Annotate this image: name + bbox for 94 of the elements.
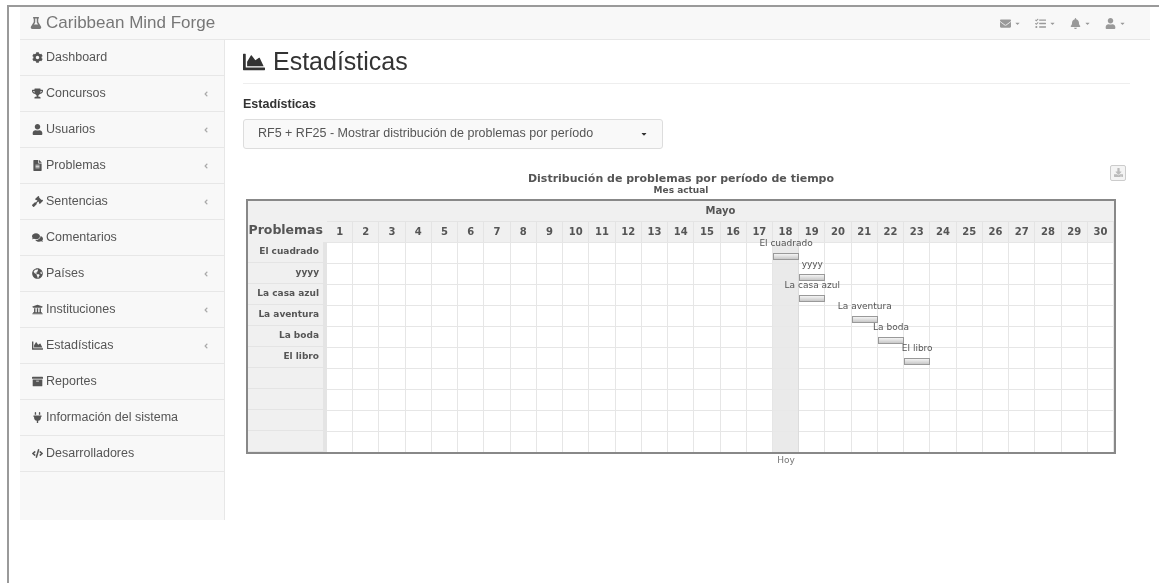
sidebar-label: Estadísticas (46, 337, 114, 355)
sidebar-label: Dashboard (46, 49, 108, 67)
app-title[interactable]: Caribbean Mind Forge (46, 10, 216, 36)
page-title: Estadísticas (273, 45, 408, 77)
sidebar-item[interactable]: Reportes (20, 364, 224, 400)
select-label: Estadísticas (243, 96, 317, 113)
day-header: 23 (904, 221, 931, 242)
day-header: 27 (1009, 221, 1036, 242)
statistics-select[interactable]: RF5 + RF25 - Mostrar distribución de problemas por período (243, 118, 663, 149)
bar-label: La aventura (837, 300, 892, 311)
sidebar-item[interactable]: Instituciones (20, 292, 224, 328)
row-label: El libro (248, 346, 327, 368)
task-bar (799, 273, 826, 281)
user-icon (1105, 17, 1116, 29)
sidebar-label: Concursos (46, 85, 106, 103)
day-header: 1 (327, 221, 354, 242)
sidebar-item[interactable]: Usuarios (20, 112, 224, 148)
tasks-icon (1035, 17, 1046, 29)
gear-icon (32, 52, 43, 63)
day-header: 3 (379, 221, 406, 242)
task-bar (799, 294, 826, 302)
code-icon (32, 448, 43, 459)
sidebar-label: Usuarios (46, 121, 96, 139)
chart-title: Distribución de problemas por período de tiempo (527, 172, 835, 185)
chevron-icon (202, 89, 210, 98)
bar-label: La boda (873, 321, 909, 332)
row-label: La casa azul (248, 283, 327, 305)
bar-label: La casa azul (784, 279, 840, 290)
day-header: 2 (353, 221, 380, 242)
day-header: 11 (589, 221, 616, 242)
task-bar (772, 252, 800, 260)
bell-icon (1070, 17, 1081, 29)
sidebar-label: Reportes (46, 373, 97, 391)
day-header: 10 (563, 221, 590, 242)
day-header: 14 (668, 221, 695, 242)
sidebar-label: Sentencias (46, 193, 108, 211)
trophy-icon (32, 88, 43, 99)
area-chart-icon (32, 340, 43, 351)
day-header: 20 (825, 221, 852, 242)
today-label: Hoy (777, 453, 795, 467)
gavel-icon (32, 196, 43, 207)
globe-icon (32, 268, 43, 279)
sidebar-item[interactable]: Dashboard (20, 40, 224, 76)
envelope-icon (1000, 17, 1011, 29)
month-header: Mayo (327, 200, 1114, 222)
comments-icon (32, 232, 43, 243)
chevron-icon (202, 341, 210, 350)
download-icon (1113, 168, 1123, 178)
day-header: 6 (458, 221, 485, 242)
sidebar-label: Comentarios (46, 229, 117, 247)
user-menu[interactable] (1105, 17, 1126, 29)
task-bar (851, 315, 878, 323)
bar-label: yyyy (801, 258, 823, 269)
sidebar-label: Países (46, 265, 85, 283)
sidebar-label: Desarrolladores (46, 445, 135, 463)
task-bar (877, 336, 905, 344)
chevron-icon (202, 305, 210, 314)
sidebar-item[interactable]: Desarrolladores (20, 436, 224, 472)
bank-icon (32, 304, 43, 315)
sidebar-item[interactable]: Concursos (20, 76, 224, 112)
sidebar-item[interactable]: Comentarios (20, 220, 224, 256)
day-header: 24 (930, 221, 957, 242)
chart-subtitle: Mes actual (653, 184, 709, 196)
sidebar-item[interactable]: Información del sistema (20, 400, 224, 436)
day-header: 28 (1035, 221, 1062, 242)
day-header: 7 (484, 221, 511, 242)
row-header: Problemas (248, 200, 327, 242)
row-label: La boda (248, 325, 327, 347)
archive-icon (32, 376, 43, 387)
sidebar-item[interactable]: Problemas (20, 148, 224, 184)
sidebar-label: Instituciones (46, 301, 116, 319)
tasks-menu[interactable] (1035, 17, 1056, 29)
file-icon (32, 160, 43, 171)
sidebar-item[interactable]: Estadísticas (20, 328, 224, 364)
row-label: La aventura (248, 304, 327, 326)
download-button[interactable] (1110, 164, 1126, 181)
sidebar-label: Información del sistema (46, 409, 178, 427)
chevron-icon (202, 197, 210, 206)
task-bar (904, 357, 931, 365)
plug-icon (32, 412, 43, 423)
user-icon (32, 124, 43, 135)
chevron-icon (202, 161, 210, 170)
row-label: yyyy (248, 262, 327, 284)
sidebar-item[interactable]: Países (20, 256, 224, 292)
chevron-icon (202, 269, 210, 278)
sidebar-label: Problemas (46, 157, 106, 175)
sidebar-item[interactable]: Sentencias (20, 184, 224, 220)
bar-label: El libro (901, 342, 933, 353)
flask-icon (30, 17, 42, 29)
row-label: El cuadrado (248, 241, 327, 263)
bell-menu[interactable] (1070, 17, 1091, 29)
chevron-icon (202, 125, 210, 134)
day-header: 15 (694, 221, 721, 242)
envelope-menu[interactable] (1000, 17, 1021, 29)
